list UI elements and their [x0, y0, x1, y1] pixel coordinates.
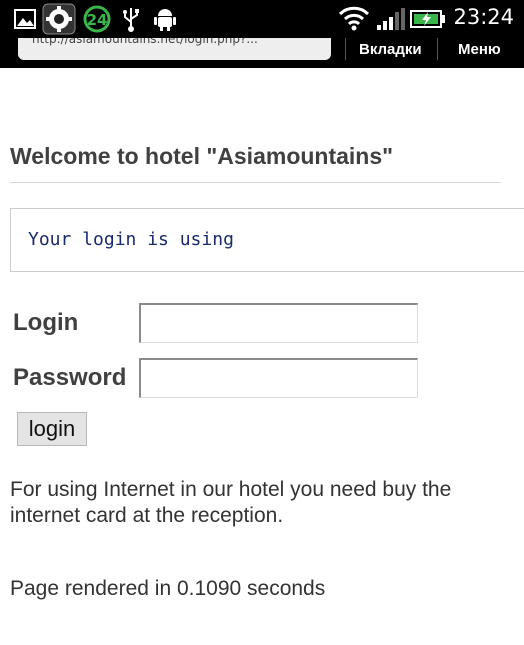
- password-label: Password: [13, 364, 127, 391]
- toolbar-divider: [345, 38, 346, 60]
- login-input[interactable]: [139, 303, 418, 343]
- internet-card-info: For using Internet in our hotel you need…: [10, 478, 452, 527]
- login-notice-text: Your login is using: [28, 229, 234, 250]
- status-bar: 24 23:24: [0, 0, 524, 38]
- badge-24-icon: 24: [83, 5, 111, 33]
- password-input[interactable]: [139, 358, 418, 398]
- url-text: http://asiamountains.net/login.php?...: [32, 38, 258, 46]
- browser-toolbar: http://asiamountains.net/login.php?... В…: [0, 38, 524, 68]
- clock: 23:24: [453, 5, 514, 29]
- app-icon: [42, 3, 76, 35]
- login-notice-box: Your login is using: [10, 208, 524, 272]
- title-divider: [10, 182, 501, 183]
- url-bar[interactable]: http://asiamountains.net/login.php?...: [18, 38, 331, 60]
- page-title: Welcome to hotel "Asiamountains": [10, 143, 394, 169]
- usb-icon: [123, 8, 139, 32]
- image-icon: [14, 9, 36, 29]
- menu-button[interactable]: Меню: [458, 41, 501, 58]
- badge-24-text: 24: [87, 11, 108, 29]
- login-label: Login: [13, 309, 79, 336]
- signal-icon: [377, 8, 405, 30]
- wifi-icon: [338, 6, 370, 31]
- android-debug-icon: [154, 9, 176, 31]
- tabs-button[interactable]: Вкладки: [359, 41, 422, 58]
- battery-charging-icon: [410, 10, 445, 28]
- render-time-text: Page rendered in 0.1090 seconds: [10, 577, 326, 600]
- login-button[interactable]: login: [17, 412, 87, 446]
- toolbar-divider: [437, 38, 438, 60]
